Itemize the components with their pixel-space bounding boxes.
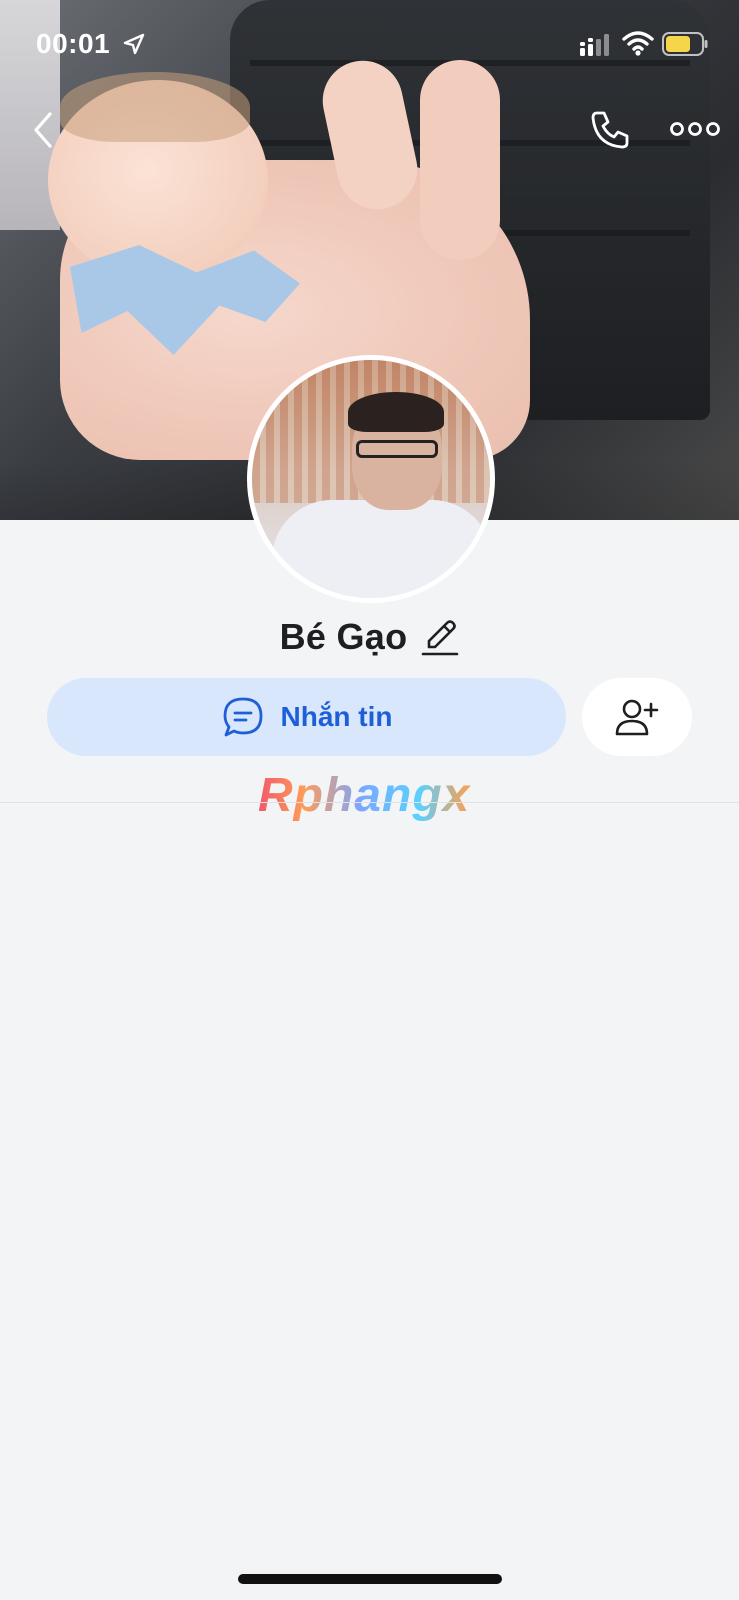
- add-friend-button[interactable]: [582, 678, 692, 756]
- cover-baby-leg: [420, 60, 500, 260]
- profile-name-row: Bé Gạo: [0, 612, 739, 662]
- pencil-icon[interactable]: [421, 617, 459, 657]
- wifi-icon: [622, 31, 654, 56]
- back-chevron-left-icon[interactable]: [28, 108, 58, 152]
- profile-avatar[interactable]: [247, 355, 495, 603]
- profile-name: Bé Gạo: [279, 616, 408, 657]
- home-indicator[interactable]: [238, 1574, 502, 1584]
- status-time: 00:01: [36, 28, 111, 59]
- add-user-icon: [615, 699, 659, 736]
- status-bar: 00:01: [0, 0, 739, 90]
- chat-bubble-icon: [223, 697, 262, 737]
- message-button[interactable]: Nhắn tin: [47, 678, 566, 756]
- avatar-hair: [348, 392, 444, 432]
- phone-icon[interactable]: [588, 108, 632, 152]
- section-divider: [0, 802, 739, 803]
- cellular-signal-icon: [580, 34, 609, 56]
- avatar-glasses: [356, 440, 438, 458]
- battery-icon: [662, 32, 708, 56]
- watermark-logo: Rphangx: [258, 768, 488, 824]
- location-arrow-icon: [123, 33, 145, 55]
- message-button-label: Nhắn tin: [280, 701, 393, 732]
- avatar-shirt: [272, 500, 490, 598]
- more-dots-icon[interactable]: [670, 114, 720, 144]
